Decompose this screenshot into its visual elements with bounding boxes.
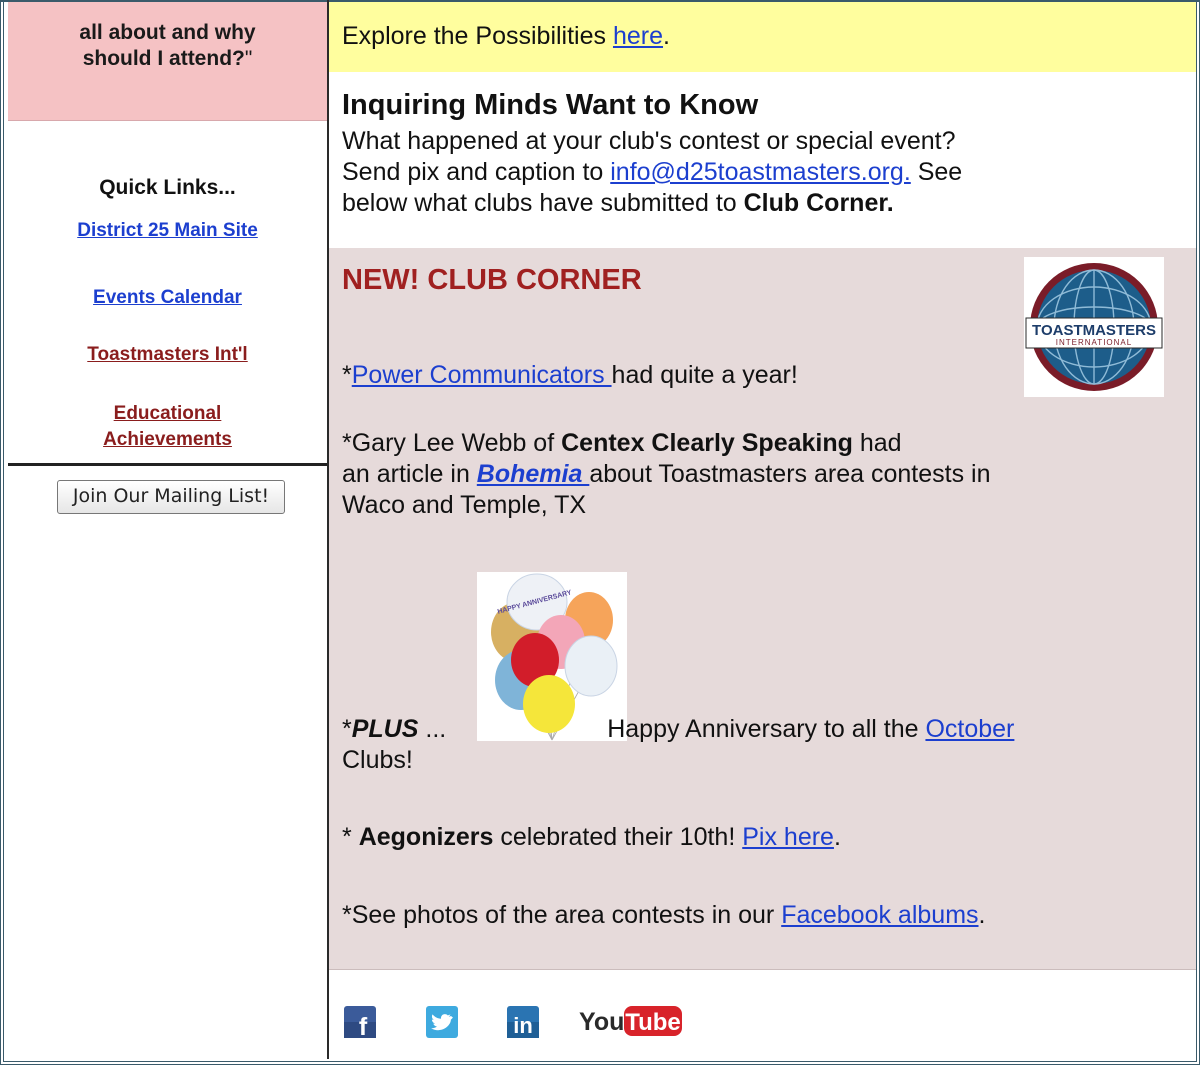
page-frame xyxy=(0,0,1200,1065)
